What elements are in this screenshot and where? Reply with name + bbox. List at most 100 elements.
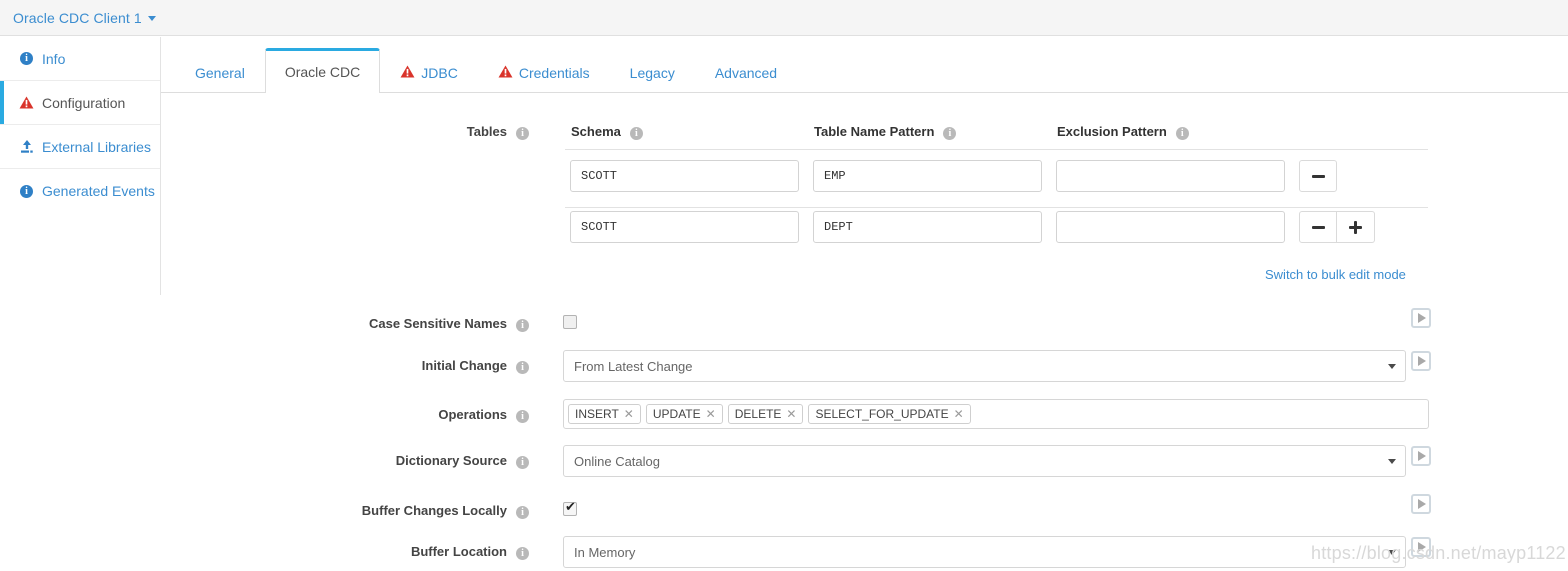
buffer-location-value: In Memory <box>574 544 636 560</box>
column-header-table-name-pattern: Table Name Pattern i <box>814 123 957 140</box>
remove-row-button[interactable] <box>1299 211 1337 243</box>
tab-legacy[interactable]: Legacy <box>610 52 695 93</box>
info-circle-icon: i <box>1175 123 1189 140</box>
minus-icon <box>1311 174 1325 178</box>
buffer-location-label: Buffer Location i <box>161 543 529 560</box>
table-name-pattern-input-row-1[interactable] <box>813 160 1042 192</box>
info-circle-icon: i <box>516 543 529 560</box>
plus-icon <box>1349 220 1362 234</box>
warning-triangle-icon <box>400 65 415 81</box>
tables-row-divider <box>565 207 1428 208</box>
operation-tag-label: INSERT <box>575 407 619 421</box>
exclusion-pattern-input-row-1[interactable] <box>1056 160 1285 192</box>
initial-change-label: Initial Change i <box>161 357 529 374</box>
minus-icon <box>1311 225 1325 229</box>
tab-credentials[interactable]: Credentials <box>478 52 610 93</box>
tables-header-divider <box>565 149 1428 150</box>
schema-input-row-1[interactable] <box>570 160 799 192</box>
sidebar-item-label: External Libraries <box>42 138 151 155</box>
close-icon[interactable]: ✕ <box>954 407 964 421</box>
info-circle-icon: i <box>516 452 529 469</box>
info-circle-icon: i <box>516 502 529 519</box>
sidebar-item-generated-events[interactable]: i Generated Events <box>0 169 160 213</box>
app-root: Oracle CDC Client 1 i Info Configuration… <box>0 0 1568 571</box>
title-bar: Oracle CDC Client 1 <box>0 0 1568 36</box>
tab-label: General <box>195 65 245 81</box>
tab-jdbc[interactable]: JDBC <box>380 52 478 93</box>
buffer-changes-locally-expand-button[interactable] <box>1411 494 1431 514</box>
operation-tag[interactable]: SELECT_FOR_UPDATE ✕ <box>808 404 971 424</box>
buffer-location-expand-button[interactable] <box>1411 537 1431 557</box>
case-sensitive-names-expand-button[interactable] <box>1411 308 1431 328</box>
chevron-down-icon <box>1388 364 1396 369</box>
case-sensitive-names-label: Case Sensitive Names i <box>161 315 529 332</box>
dictionary-source-label: Dictionary Source i <box>161 452 529 469</box>
sidebar-item-label: Generated Events <box>42 183 155 199</box>
switch-to-bulk-edit-mode-link[interactable]: Switch to bulk edit mode <box>1265 267 1406 282</box>
initial-change-expand-button[interactable] <box>1411 351 1431 371</box>
operation-tag-label: UPDATE <box>652 407 701 421</box>
tab-label: Legacy <box>629 65 675 81</box>
initial-change-value: From Latest Change <box>574 358 693 374</box>
tab-strip: General Oracle CDC JDBC Credentials Lega… <box>161 37 797 93</box>
info-circle-icon: i <box>629 123 643 140</box>
remove-row-button[interactable] <box>1299 160 1337 192</box>
dictionary-source-value: Online Catalog <box>574 453 660 469</box>
buffer-location-select[interactable]: In Memory <box>563 536 1406 568</box>
info-circle-icon: i <box>516 123 529 140</box>
schema-input-row-2[interactable] <box>570 211 799 243</box>
table-name-pattern-input-row-2[interactable] <box>813 211 1042 243</box>
info-circle-icon: i <box>516 406 529 423</box>
tables-label: Tables i <box>161 123 529 140</box>
info-circle-icon: i <box>943 123 957 140</box>
column-header-schema: Schema i <box>571 123 643 140</box>
operation-tag[interactable]: INSERT ✕ <box>568 404 641 424</box>
configuration-form: Tables i Schema i Table Name Pattern i Excl… <box>161 93 1568 571</box>
sidebar-item-label: Info <box>42 50 66 67</box>
info-circle-icon: i <box>516 357 529 374</box>
add-row-button[interactable] <box>1337 211 1375 243</box>
operation-tag[interactable]: UPDATE ✕ <box>645 404 723 424</box>
operations-tag-input[interactable]: INSERT ✕ UPDATE ✕ DELETE ✕ SELECT_FOR_UP… <box>563 399 1429 429</box>
sidebar-item-configuration[interactable]: Configuration <box>0 81 160 125</box>
buffer-changes-locally-label: Buffer Changes Locally i <box>161 502 529 519</box>
operations-label: Operations i <box>161 406 529 423</box>
tab-label: Advanced <box>714 65 778 81</box>
close-icon[interactable]: ✕ <box>786 407 796 421</box>
sidebar-item-label: Configuration <box>42 94 126 111</box>
tab-label: Credentials <box>518 65 590 81</box>
tab-label: JDBC <box>421 65 458 81</box>
case-sensitive-names-checkbox[interactable] <box>563 315 577 329</box>
close-icon[interactable]: ✕ <box>706 407 716 421</box>
chevron-down-icon <box>147 16 156 22</box>
upload-icon <box>18 140 35 153</box>
tab-bar: General Oracle CDC JDBC Credentials Lega… <box>161 37 1568 93</box>
sidebar-item-external-libraries[interactable]: External Libraries <box>0 125 160 169</box>
chevron-down-icon <box>1388 550 1396 555</box>
stage-title-label: Oracle CDC Client 1 <box>13 9 142 26</box>
close-icon[interactable]: ✕ <box>624 407 634 421</box>
sidebar-item-info[interactable]: i Info <box>0 37 160 81</box>
info-circle-icon: i <box>516 315 529 332</box>
dictionary-source-select[interactable]: Online Catalog <box>563 445 1406 477</box>
chevron-down-icon <box>1388 459 1396 464</box>
tab-label: Oracle CDC <box>284 64 361 80</box>
tab-general[interactable]: General <box>175 52 265 93</box>
dictionary-source-expand-button[interactable] <box>1411 446 1431 466</box>
operation-tag-label: DELETE <box>734 407 782 421</box>
operation-tag-label: SELECT_FOR_UPDATE <box>815 407 949 421</box>
initial-change-select[interactable]: From Latest Change <box>563 350 1406 382</box>
operation-tag[interactable]: DELETE ✕ <box>727 404 804 424</box>
warning-triangle-icon <box>18 96 35 109</box>
info-circle-icon: i <box>18 184 35 198</box>
buffer-changes-locally-checkbox[interactable] <box>563 500 577 516</box>
sidebar: i Info Configuration External Libraries … <box>0 37 161 295</box>
row-buttons-row-2 <box>1299 211 1375 243</box>
tab-oracle-cdc[interactable]: Oracle CDC <box>264 48 381 93</box>
column-header-exclusion-pattern: Exclusion Pattern i <box>1057 123 1189 140</box>
tab-advanced[interactable]: Advanced <box>695 52 797 93</box>
row-buttons-row-1 <box>1299 160 1337 192</box>
info-circle-icon: i <box>18 52 35 65</box>
exclusion-pattern-input-row-2[interactable] <box>1056 211 1285 243</box>
stage-title-dropdown[interactable]: Oracle CDC Client 1 <box>13 10 156 26</box>
